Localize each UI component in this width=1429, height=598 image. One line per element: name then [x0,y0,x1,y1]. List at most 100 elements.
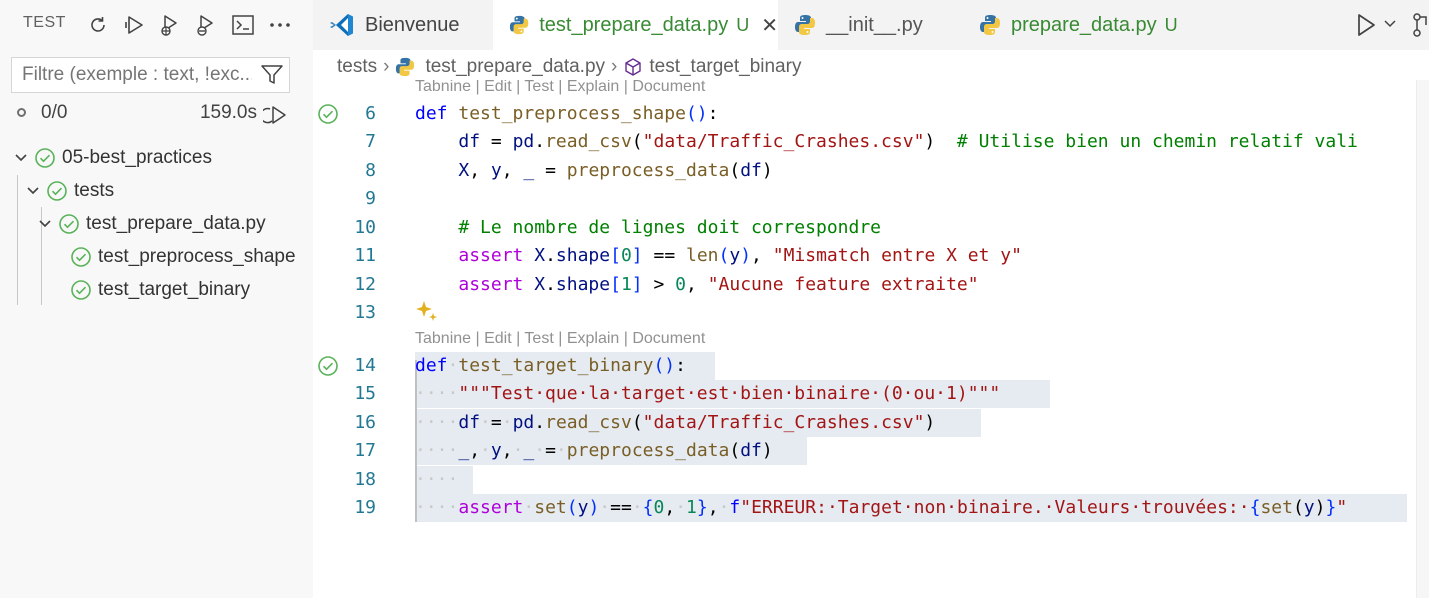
test-terminal-button[interactable] [229,11,257,39]
code-line: 16 ····df·=·pd.read_csv("data/Traffic_Cr… [313,409,1429,437]
passed-icon [71,280,91,300]
passed-icon [71,247,91,267]
editor-tab-bar: Bienvenue test_prepare_data.py U ✕ __ini… [313,0,1429,50]
codelens-actions[interactable]: Tabnine | Edit | Test | Explain | Docume… [415,80,705,96]
vscode-logo-icon [330,14,353,36]
code-text: def test_preprocess_shape(): [415,103,719,124]
code-text: ····"""Test·que·la·target·est·bien·binai… [415,383,1001,404]
tree-item-test-case[interactable]: test_preprocess_shape [70,242,296,272]
line-number: 6 [365,103,376,124]
test-duration: 159.0s [199,102,257,123]
breadcrumb-separator: › [611,56,618,77]
compare-changes-icon[interactable] [1412,11,1429,39]
tab-init[interactable]: __init__.py [778,0,963,50]
run-file-icon[interactable] [1354,12,1378,38]
line-number: 17 [354,440,376,461]
code-line: 15 ····"""Test·que·la·target·est·bien·bi… [313,380,1429,408]
code-line: 7 df = pd.read_csv("data/Traffic_Crashes… [313,128,1429,156]
filter-icon[interactable] [261,65,283,85]
tree-label: test_preprocess_shape [98,246,296,267]
untracked-badge: U [1164,14,1178,35]
line-number: 18 [354,469,376,490]
breadcrumb-file[interactable]: test_prepare_data.py [425,56,605,78]
code-text: def·test_target_binary(): [415,355,686,376]
code-line: 11 assert X.shape[0] == len(y), "Mismatc… [313,242,1429,270]
code-text: df = pd.read_csv("data/Traffic_Crashes.c… [458,131,1358,152]
tree-label: 05-best_practices [62,147,212,168]
line-number: 9 [365,188,376,209]
breadcrumb: tests › test_prepare_data.py › test_targ… [337,54,801,80]
code-line: 17 ····_,·y,·_·=·preprocess_data(df) [313,437,1429,465]
tree-item-test-case[interactable]: test_target_binary [70,275,250,305]
tab-test-prepare-data[interactable]: test_prepare_data.py U ✕ [493,0,778,50]
code-text: # Le nombre de lignes doit correspondre [458,217,881,238]
tree-label: test_target_binary [98,279,251,300]
codelens-actions[interactable]: Tabnine | Edit | Test | Explain | Docume… [415,330,705,348]
python-file-icon [795,15,815,35]
run-tests-button[interactable] [121,11,149,39]
refresh-tests-button[interactable] [84,11,112,39]
code-line: 10 # Le nombre de lignes doit correspond… [313,214,1429,242]
test-count: 0/0 [41,102,68,123]
line-number: 11 [354,245,376,266]
passed-icon [47,181,67,201]
code-line: 19 ····assert·set(y)·==·{0,·1},·f"ERREUR… [313,494,1429,522]
code-text: ····_,·y,·_·=·preprocess_data(df) [415,440,773,461]
tab-label: test_prepare_data.py [539,13,729,36]
line-number: 7 [365,131,376,152]
code-text: X, y, _ = preprocess_data(df) [458,160,773,181]
chevron-down-icon [15,154,27,162]
code-text: ····assert·set(y)·==·{0,·1},·f"ERREUR:·T… [415,497,1348,518]
chevron-down-icon [39,220,51,228]
sparkle-ai-icon[interactable] [415,299,439,323]
code-line: 8 X, y, _ = preprocess_data(df) [313,157,1429,185]
debug-icon [161,15,177,36]
method-cube-icon [625,58,642,76]
breadcrumb-separator: › [383,56,390,77]
tab-bienvenue[interactable]: Bienvenue [313,0,493,50]
code-line: 13 [313,299,1429,327]
line-number: 8 [365,160,376,181]
debug-tests-button[interactable] [156,11,184,39]
run-dropdown-chevron-icon[interactable] [1383,17,1397,31]
chevron-down-icon [27,187,39,195]
coverage-icon [197,15,213,36]
breadcrumb-symbol[interactable]: test_target_binary [649,56,801,78]
vertical-scrollbar[interactable] [1416,80,1429,598]
line-number: 14 [354,355,376,376]
sidebar-title: TEST [23,14,66,31]
tree-item-tests-folder[interactable]: tests [24,176,114,206]
code-editor[interactable]: Tabnine | Edit | Test | Explain | Docume… [313,80,1429,598]
code-text: assert X.shape[0] == len(y), "Mismatch e… [458,245,1022,266]
run-all-icon [125,16,143,34]
tab-label: prepare_data.py [1011,13,1157,36]
tab-prepare-data[interactable]: prepare_data.py U [963,0,1208,50]
terminal-icon [232,15,254,35]
test-explorer-sidebar: TEST 0/0 159.0s 05-best_practices tests [0,0,313,598]
close-tab-icon[interactable]: ✕ [761,13,778,38]
tree-label: tests [74,180,115,201]
tab-label: Bienvenue [365,13,460,36]
refresh-icon [91,17,105,32]
coverage-tests-button[interactable] [192,11,220,39]
tree-label: test_prepare_data.py [86,213,266,234]
filter-box [11,57,290,93]
filter-input[interactable] [22,58,252,92]
tab-label: __init__.py [826,13,923,36]
status-dot-icon [17,108,26,117]
python-file-icon [396,57,415,77]
tree-item-workspace[interactable]: 05-best_practices [12,143,212,173]
python-file-icon [509,15,529,35]
more-actions-button[interactable] [266,11,294,39]
code-text: assert X.shape[1] > 0, "Aucune feature e… [458,274,979,295]
code-line: 6 def test_preprocess_shape(): [313,100,1429,128]
test-status-row: 0/0 159.0s [0,100,313,128]
passed-icon [35,148,55,168]
code-line: 12 assert X.shape[1] > 0, "Aucune featur… [313,271,1429,299]
rerun-icon[interactable] [263,103,289,127]
line-number: 16 [354,412,376,433]
tree-item-test-file[interactable]: test_prepare_data.py [36,209,266,239]
untracked-badge: U [736,14,750,35]
line-number: 19 [354,497,376,518]
breadcrumb-folder[interactable]: tests [337,56,377,78]
